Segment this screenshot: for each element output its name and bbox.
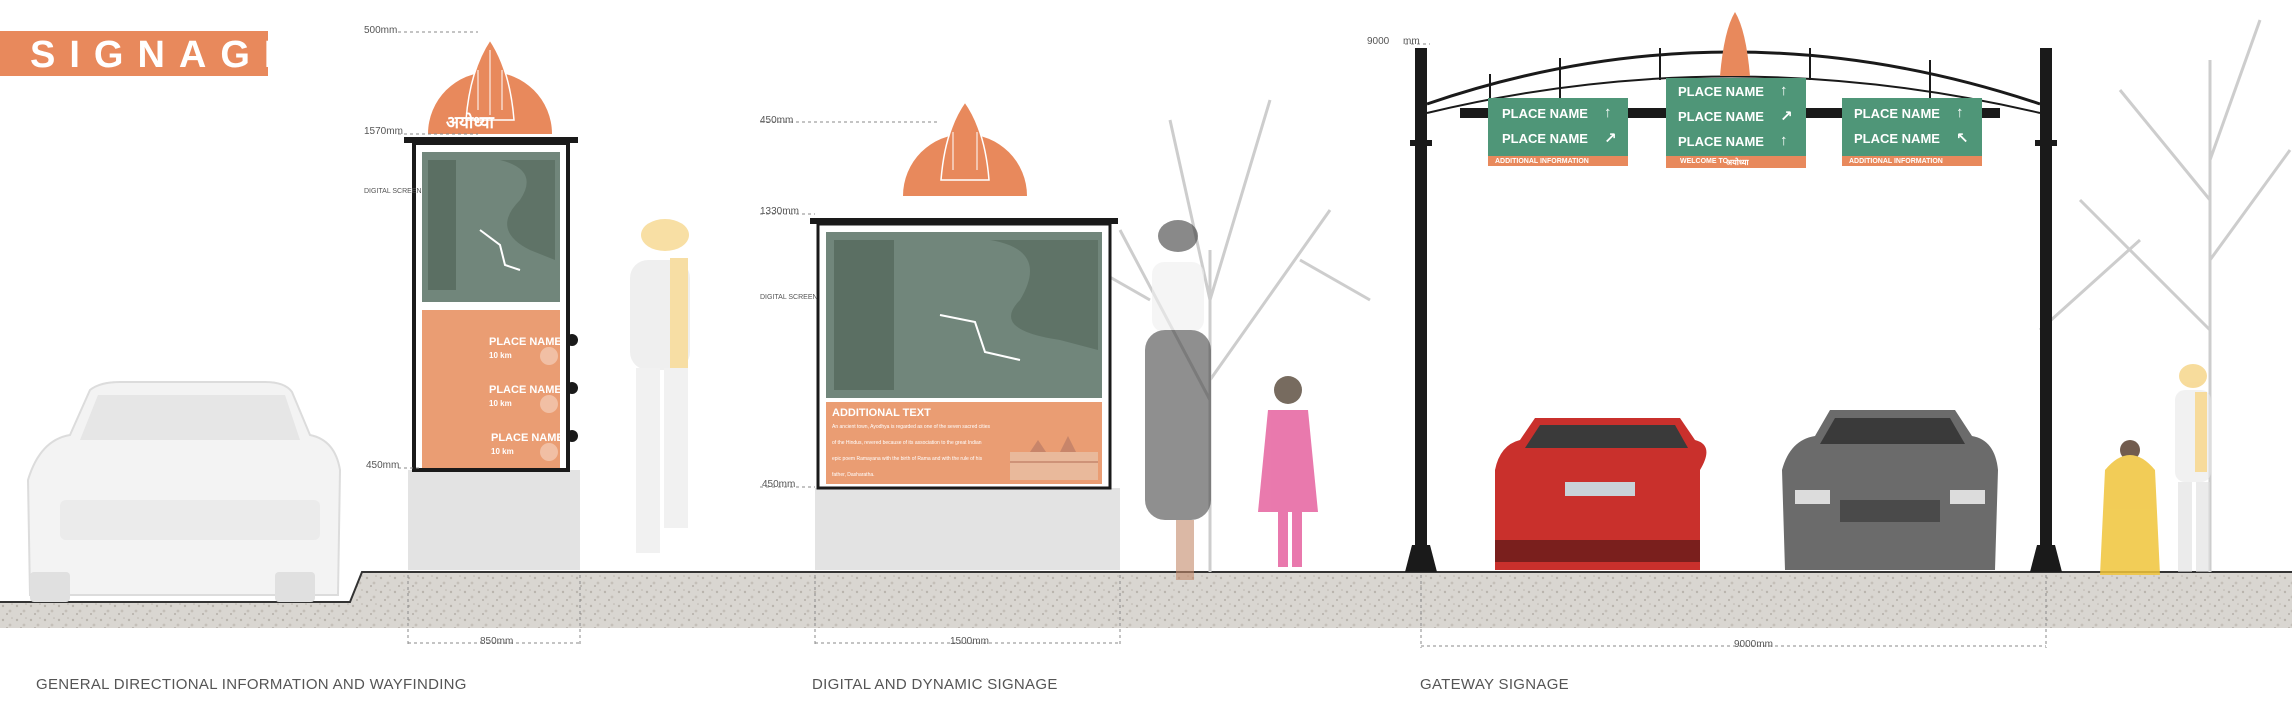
digital-sign xyxy=(810,100,1120,570)
gateway-2-place-3: PLACE NAME xyxy=(1678,134,1764,149)
dim-9000-width: 9000mm xyxy=(1734,639,1773,650)
dim-mm: mm xyxy=(1403,36,1420,47)
totem-distance-1: 10 km xyxy=(489,351,512,360)
car-grey xyxy=(1782,410,1998,570)
child-pink xyxy=(1258,376,1318,567)
arrow-up-right-icon: ↗ xyxy=(1604,130,1617,147)
car-red xyxy=(1495,418,1707,570)
totem-place-name-3: PLACE NAME xyxy=(491,432,564,444)
signage-drawing: SIGNAGE 500mm 1570mm DIGITAL SCREEN 450m… xyxy=(0,0,2292,712)
caption-wayfinding: GENERAL DIRECTIONAL INFORMATION AND WAYF… xyxy=(36,676,467,693)
dim-850: 850mm xyxy=(480,636,514,647)
dim-1500: 1500mm xyxy=(950,636,989,647)
gateway-3-footer: ADDITIONAL INFORMATION xyxy=(1849,158,1943,165)
caption-digital: DIGITAL AND DYNAMIC SIGNAGE xyxy=(812,676,1058,693)
gateway-3-place-1: PLACE NAME xyxy=(1854,106,1940,121)
arrow-up-left-icon: ↖ xyxy=(1956,130,1969,147)
gateway-1-place-2: PLACE NAME xyxy=(1502,131,1588,146)
arrow-up-icon: ↑ xyxy=(1956,104,1964,121)
person-turban xyxy=(630,219,690,553)
totem-place-name-2: PLACE NAME xyxy=(489,384,562,396)
dim-9000-height: 9000 xyxy=(1367,36,1390,47)
tree-left xyxy=(1079,99,1371,572)
totem-distance-2: 10 km xyxy=(489,399,512,408)
gateway-2-footer-hindi: अयोध्या xyxy=(1726,158,1749,167)
arrow-up-icon: ↑ xyxy=(1780,82,1788,99)
ground xyxy=(0,571,2292,628)
woman-walking xyxy=(1145,220,1211,580)
digital-dome-label: अयोध्या xyxy=(920,197,968,217)
arrow-up-icon: ↑ xyxy=(1780,132,1788,149)
dim-450-c: 450mm xyxy=(762,479,796,490)
digital-paragraph-line-1: An ancient town, Ayodhya is regarded as … xyxy=(832,424,991,430)
arrow-up-right-icon: ↗ xyxy=(1780,108,1793,125)
gateway-2-place-1: PLACE NAME xyxy=(1678,84,1764,99)
totem-place-name-1: PLACE NAME xyxy=(489,336,562,348)
dim-digital-screen-b: DIGITAL SCREEN xyxy=(760,294,818,301)
gateway-2-footer: WELCOME TO xyxy=(1680,158,1729,165)
gateway-3-place-2: PLACE NAME xyxy=(1854,131,1940,146)
tree-right xyxy=(2038,19,2292,572)
arrow-up-icon: ↑ xyxy=(1604,104,1612,121)
gateway-1-place-1: PLACE NAME xyxy=(1502,106,1588,121)
dim-450-a: 450mm xyxy=(366,460,400,471)
dim-450-b: 450mm xyxy=(760,115,794,126)
digital-paragraph-line-2: of the Hindus, revered because of its as… xyxy=(832,440,982,446)
elevation-drawing xyxy=(0,12,2292,648)
totem-distance-3: 10 km xyxy=(491,447,514,456)
dim-digital-screen-a: DIGITAL SCREEN xyxy=(364,188,422,195)
dim-1330: 1330mm xyxy=(760,206,799,217)
page-title: SIGNAGE xyxy=(30,34,304,76)
digital-paragraph-line-3: epic poem Ramayana with the birth of Ram… xyxy=(832,456,983,462)
man-standing xyxy=(2175,364,2211,572)
caption-gateway: GATEWAY SIGNAGE xyxy=(1420,676,1569,693)
car-white xyxy=(26,381,342,602)
digital-heading: ADDITIONAL TEXT xyxy=(832,407,931,419)
gateway-1-footer: ADDITIONAL INFORMATION xyxy=(1495,158,1589,165)
seated-woman xyxy=(2100,440,2160,575)
dim-500: 500mm xyxy=(364,25,398,36)
gateway-2-place-2: PLACE NAME xyxy=(1678,109,1764,124)
totem-dome-label: अयोध्या xyxy=(446,113,494,133)
digital-paragraph-line-4: father, Dasharatha. xyxy=(832,472,875,478)
dim-1570: 1570mm xyxy=(364,126,403,137)
